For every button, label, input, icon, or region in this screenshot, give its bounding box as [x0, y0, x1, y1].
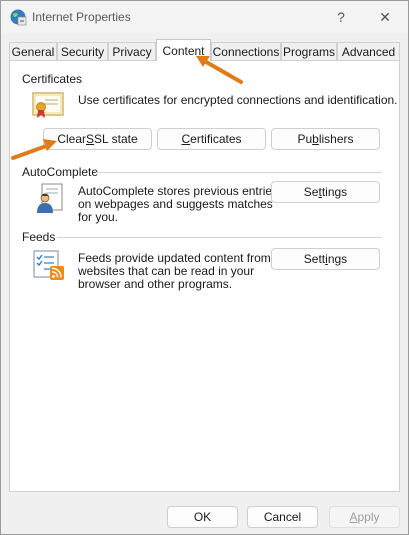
feeds-settings-label-post: ngs [327, 252, 348, 266]
feeds-rss-icon [33, 250, 64, 280]
autocomplete-desc-line-3: for you. [78, 210, 119, 224]
autocomplete-settings-button[interactable]: Se t tings [271, 181, 380, 203]
tab-security[interactable]: Security [57, 42, 108, 61]
tab-programs-label: Programs [282, 45, 335, 59]
tab-advanced[interactable]: Advanced [337, 42, 400, 61]
tab-content[interactable]: Content [156, 39, 211, 61]
apply-button[interactable]: Apply [329, 506, 400, 528]
clear-ssl-label-post: SL state [94, 132, 138, 146]
tab-general[interactable]: General [9, 42, 57, 61]
tab-connections-label: Connections [212, 45, 280, 59]
feeds-desc-line-3: browser and other programs. [78, 277, 233, 291]
tab-security-label: Security [60, 45, 105, 59]
tab-programs[interactable]: Programs [281, 42, 337, 61]
clear-ssl-state-button[interactable]: Clear S SL state [43, 128, 152, 150]
tab-advanced-label: Advanced [341, 45, 396, 59]
publishers-label-pre: Pu [297, 132, 313, 146]
cancel-label: Cancel [263, 510, 302, 524]
certificates-label-post: ertificates [190, 132, 242, 146]
feeds-settings-button[interactable]: Sett i ngs [271, 248, 380, 270]
autocomplete-settings-label-post: tings [321, 185, 348, 199]
internet-globe-icon [10, 9, 27, 26]
close-button[interactable]: ✕ [363, 1, 407, 33]
certificates-label-mnemonic: C [181, 132, 191, 146]
tab-strip: General Security Privacy Content Connect… [9, 39, 400, 61]
cancel-button[interactable]: Cancel [247, 506, 318, 528]
ok-label: OK [193, 510, 212, 524]
internet-properties-window: Internet Properties ? ✕ General Security… [0, 0, 409, 535]
publishers-button[interactable]: Pu b lishers [271, 128, 380, 150]
certificates-button[interactable]: Certificates [157, 128, 266, 150]
apply-label-mnemonic: A [349, 510, 358, 524]
ok-button[interactable]: OK [167, 506, 238, 528]
close-icon: ✕ [379, 8, 391, 25]
autocomplete-description: AutoComplete stores previous entries on … [78, 185, 278, 224]
feeds-description: Feeds provide updated content from websi… [78, 252, 271, 291]
tab-content-label: Content [162, 43, 205, 58]
feeds-divider [57, 237, 382, 238]
autocomplete-divider [96, 172, 382, 173]
help-button[interactable]: ? [319, 1, 363, 33]
autocomplete-settings-label-pre: Se [303, 185, 319, 199]
apply-label-post: pply [357, 510, 380, 524]
title-bar: Internet Properties ? ✕ [1, 1, 408, 33]
help-icon: ? [337, 9, 345, 25]
publishers-label-mnemonic: b [312, 132, 319, 146]
tab-privacy[interactable]: Privacy [108, 42, 156, 61]
tab-connections[interactable]: Connections [211, 42, 281, 61]
clear-ssl-label-mnemonic: S [86, 132, 95, 146]
feeds-settings-label-pre: Sett [303, 252, 326, 266]
autocomplete-heading: AutoComplete [22, 165, 103, 179]
certificates-heading: Certificates [22, 72, 87, 86]
feeds-heading: Feeds [22, 230, 60, 244]
window-title: Internet Properties [32, 10, 131, 24]
certificates-description: Use certificates for encrypted connectio… [78, 93, 398, 107]
tab-general-label: General [11, 45, 55, 59]
autocomplete-user-form-icon [37, 183, 63, 213]
certificate-icon [32, 92, 64, 118]
tab-privacy-label: Privacy [112, 45, 152, 59]
publishers-label-post: lishers [318, 132, 354, 146]
clear-ssl-label-pre: Clear [57, 132, 87, 146]
